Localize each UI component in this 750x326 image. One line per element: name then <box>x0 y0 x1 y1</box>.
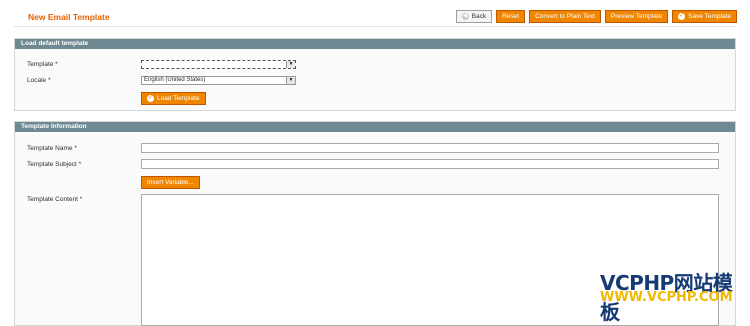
title-divider <box>14 26 736 27</box>
template-name-input[interactable] <box>141 143 719 153</box>
locale-label: Locale * <box>27 77 51 84</box>
back-button-label: Back <box>471 13 487 20</box>
template-select[interactable]: ▼ <box>141 60 296 69</box>
locale-select[interactable]: English (United States) ▼ <box>141 76 296 85</box>
insert-variable-button[interactable]: Insert Variable... <box>141 176 200 189</box>
dropdown-arrow-icon: ▼ <box>286 61 295 68</box>
section-heading: Template Information <box>15 122 735 132</box>
check-icon: ✓ <box>147 95 154 102</box>
template-label: Template * <box>27 61 58 68</box>
template-content-label: Template Content * <box>27 196 83 203</box>
toolbar: ◀ Back Reset Convert to Plain Text Previ… <box>455 10 737 23</box>
template-content-row: Template Content * <box>27 196 141 203</box>
dropdown-arrow-icon: ▼ <box>286 77 295 84</box>
template-row: Template * ▼ <box>27 60 296 69</box>
preview-template-button[interactable]: Preview Template <box>604 10 669 23</box>
back-button[interactable]: ◀ Back <box>455 10 493 23</box>
template-name-label: Template Name * <box>27 144 77 152</box>
save-button-label: Save Template <box>688 13 731 20</box>
template-subject-row: Template Subject * <box>27 159 719 169</box>
page-title: New Email Template <box>28 12 110 22</box>
preview-button-label: Preview Template <box>610 13 663 20</box>
load-template-button[interactable]: ✓ Load Template <box>141 92 206 105</box>
watermark-url: WWW.VCPHP.COM <box>600 290 733 305</box>
reset-button-label: Reset <box>502 13 520 20</box>
load-template-label: Load Template <box>157 95 200 102</box>
check-icon: ✓ <box>678 13 686 20</box>
convert-to-plain-text-button[interactable]: Convert to Plain Text <box>529 10 601 23</box>
insert-variable-label: Insert Variable... <box>147 179 194 186</box>
save-template-button[interactable]: ✓ Save Template <box>672 10 737 23</box>
locale-row: Locale * English (United States) ▼ <box>27 76 296 85</box>
template-subject-label: Template Subject * <box>27 160 82 168</box>
section-heading: Load default template <box>15 39 735 49</box>
load-template-row: ✓ Load Template <box>141 92 206 105</box>
load-default-template-section: Load default template Template * ▼ Local… <box>14 38 736 111</box>
locale-select-value: English (United States) <box>144 77 206 83</box>
template-name-row: Template Name * <box>27 143 719 153</box>
template-subject-input[interactable] <box>141 159 719 169</box>
insert-variable-row: Insert Variable... <box>141 176 200 189</box>
convert-button-label: Convert to Plain Text <box>535 13 595 20</box>
back-arrow-icon: ◀ <box>461 13 469 20</box>
reset-button[interactable]: Reset <box>496 10 526 23</box>
